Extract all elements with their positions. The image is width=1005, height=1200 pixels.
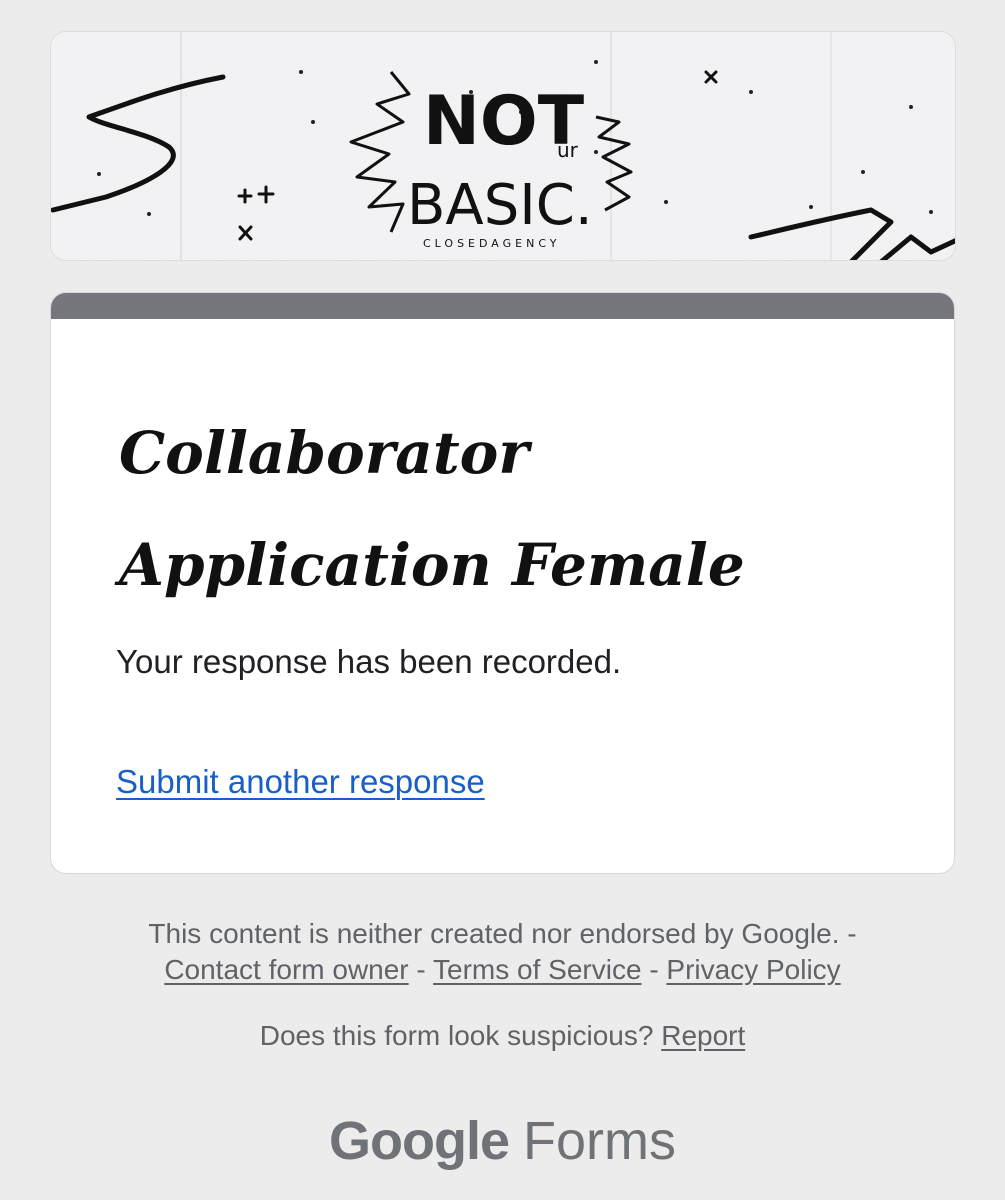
logo-forms-text: Forms (523, 1111, 676, 1171)
terms-of-service-link[interactable]: Terms of Service (433, 954, 642, 985)
logo-google-text: Google (329, 1111, 523, 1171)
logo-subtitle: CLOSEDAGENCY (423, 237, 561, 250)
disclaimer-text: This content is neither created nor endo… (148, 918, 857, 949)
google-forms-logo[interactable]: Google Forms (0, 1110, 1005, 1172)
contact-form-owner-link[interactable]: Contact form owner (164, 954, 408, 985)
disclaimer: This content is neither created nor endo… (0, 916, 1005, 988)
link-separator: - (416, 954, 434, 985)
response-card: Collaborator Application Female Your res… (50, 292, 955, 874)
link-separator: - (649, 954, 667, 985)
suspicious-notice: Does this form look suspicious? Report (0, 1020, 1005, 1052)
card-accent-bar (51, 293, 954, 319)
logo-word-ur: ur (557, 138, 579, 162)
suspicious-text: Does this form look suspicious? (259, 1020, 662, 1051)
logo-word-basic: BASIC. (407, 173, 593, 238)
privacy-policy-link[interactable]: Privacy Policy (666, 954, 840, 985)
submit-another-response-link[interactable]: Submit another response (116, 763, 485, 801)
confirmation-message: Your response has been recorded. (116, 643, 622, 680)
header-banner-image: NOT ur BASIC. CLOSEDAGENCY (50, 31, 956, 261)
form-title: Collaborator Application Female (119, 419, 745, 599)
report-link[interactable]: Report (661, 1020, 745, 1051)
footer-links: Contact form owner - Terms of Service - … (0, 952, 1005, 988)
